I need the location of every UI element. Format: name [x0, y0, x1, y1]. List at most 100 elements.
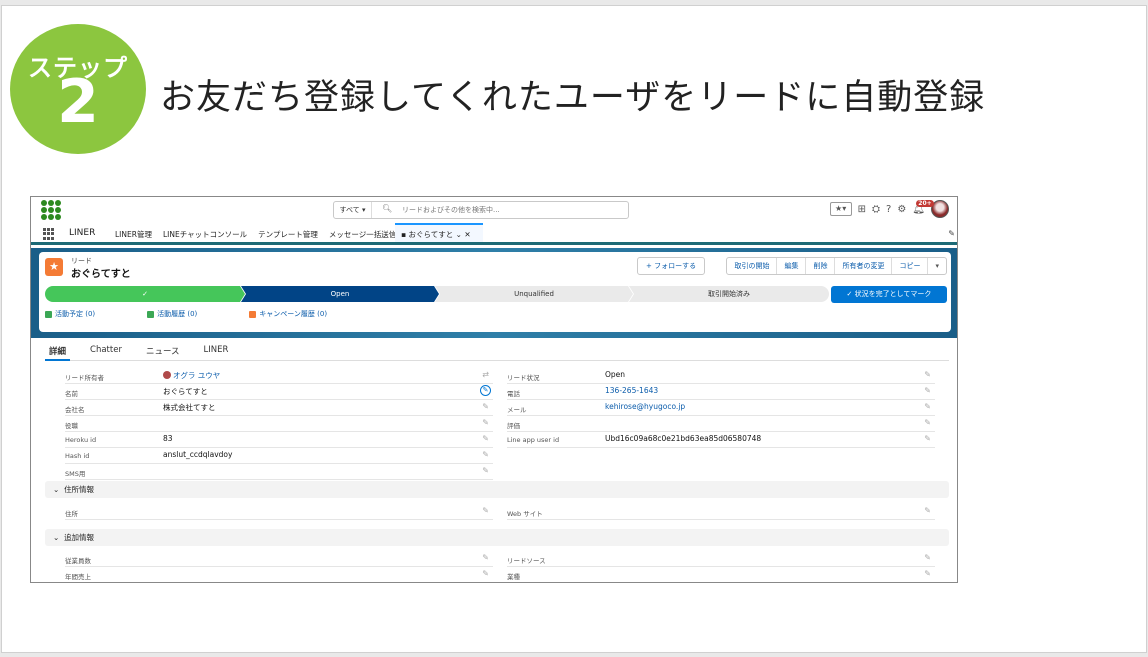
nav-item-template-admin[interactable]: テンプレート管理: [258, 229, 318, 240]
follow-button[interactable]: + フォローする: [637, 257, 706, 275]
setup-gear-icon[interactable]: ⚙: [897, 204, 906, 215]
edit-pencil-icon[interactable]: ✎: [924, 506, 931, 515]
change-owner-icon[interactable]: ⇄: [482, 370, 489, 379]
chevron-down-icon[interactable]: ⌄: [456, 230, 465, 239]
path-step-unqualified[interactable]: Unqualified: [435, 286, 633, 302]
edit-pencil-icon[interactable]: ✎: [924, 434, 931, 443]
field-row-email: メール kehirose@hyugoco.jp ✎: [507, 400, 935, 416]
slide: ステップ 2 お友だち登録してくれたユーザをリードに自動登録 すべて ▾ 🔍︎ …: [1, 5, 1147, 653]
field-row-name: 名前 おぐらてすと ✎: [65, 384, 493, 400]
tab-chatter[interactable]: Chatter: [86, 342, 126, 361]
email-link[interactable]: kehirose@hyugoco.jp: [605, 402, 685, 411]
user-avatar[interactable]: [931, 200, 949, 218]
owner-link[interactable]: オグラ ユウヤ: [163, 370, 220, 381]
activity-history-icon: [147, 310, 155, 318]
field-label: 名前: [65, 390, 78, 398]
details-right-column: リード状況 Open ✎ 電話 136-265-1643 ✎ メール kehir…: [507, 368, 935, 448]
search-scope-select[interactable]: すべて ▾: [334, 202, 372, 218]
favorites-icon[interactable]: ★▾: [829, 202, 852, 216]
tab-record-ogura[interactable]: ▪ おぐらてすと ⌄ ✕: [395, 223, 483, 242]
field-row-company: 会社名 株式会社てすと ✎: [65, 400, 493, 416]
field-label: メール: [507, 406, 527, 414]
path-step-open[interactable]: Open: [241, 286, 439, 302]
edit-pencil-icon[interactable]: ✎: [482, 553, 489, 562]
app-name: LINER: [69, 228, 96, 238]
related-campaign-history[interactable]: キャンペーン履歴 (0): [249, 309, 327, 319]
edit-pencil-icon[interactable]: ✎: [924, 370, 931, 379]
phone-link[interactable]: 136-265-1643: [605, 386, 658, 395]
field-label: リード所有者: [65, 374, 104, 382]
badge-step-number: 2: [57, 67, 99, 137]
section-title: 追加情報: [64, 533, 95, 542]
delete-button[interactable]: 削除: [806, 258, 836, 274]
edit-pencil-icon[interactable]: ✎: [482, 434, 489, 443]
section-extra-header[interactable]: ⌄ 追加情報: [45, 529, 949, 546]
field-row-phone: 電話 136-265-1643 ✎: [507, 384, 935, 400]
mark-status-complete-button[interactable]: ✓ 状況を完了としてマーク: [831, 286, 947, 303]
tab-liner[interactable]: LINER: [200, 342, 233, 361]
edit-button[interactable]: 編集: [777, 258, 807, 274]
search-placeholder[interactable]: リードおよびその他を検索中...: [402, 202, 500, 218]
record-detail-body: 詳細 Chatter ニュース LINER リード所有者 オグラ ユウヤ ⇄ 名…: [31, 338, 957, 582]
edit-pencil-icon[interactable]: ✎: [924, 402, 931, 411]
edit-nav-pencil-icon[interactable]: ✎: [948, 229, 955, 238]
edit-pencil-icon[interactable]: ✎: [924, 569, 931, 578]
global-actions-icon[interactable]: ⊞: [858, 204, 866, 215]
edit-pencil-icon[interactable]: ✎: [482, 506, 489, 515]
notifications-bell-icon[interactable]: 🔔︎ 20+: [912, 199, 934, 215]
related-open-activities[interactable]: 活動予定 (0): [45, 309, 95, 319]
field-row-line-user-id: Line app user id Ubd16c09a68c0e21bd63ea8…: [507, 432, 935, 448]
path-step-converted[interactable]: 取引開始済み: [629, 286, 829, 302]
nav-item-liner-admin[interactable]: LINER管理: [115, 229, 152, 240]
edit-pencil-icon[interactable]: ✎: [482, 569, 489, 578]
section-address-header[interactable]: ⌄ 住所情報: [45, 481, 949, 498]
nav-item-chat-console[interactable]: LINEチャットコンソール: [163, 229, 247, 240]
edit-pencil-icon[interactable]: ✎: [924, 553, 931, 562]
copy-button[interactable]: コピー: [892, 258, 929, 274]
edit-pencil-icon[interactable]: ✎: [482, 418, 489, 427]
details-left-column: リード所有者 オグラ ユウヤ ⇄ 名前 おぐらてすと ✎ 会社名 株式会社てすと…: [65, 368, 493, 480]
edit-pencil-icon[interactable]: ✎: [924, 418, 931, 427]
address-right: Web サイト ✎: [507, 504, 935, 520]
field-row-rating: 評価 ✎: [507, 416, 935, 432]
path-step-completed[interactable]: ✓: [45, 286, 245, 302]
field-label: 会社名: [65, 406, 85, 414]
nav-item-bulk-message[interactable]: メッセージ一括送信: [329, 229, 396, 240]
tab-details[interactable]: 詳細: [45, 342, 71, 361]
field-value: Ubd16c09a68c0e21bd63ea85d06580748: [605, 434, 762, 443]
field-label: Heroku id: [65, 436, 97, 444]
field-label: SMS用: [65, 470, 86, 478]
header-icons: ★▾ ⊞ ⛭ ? ⚙ 🔔︎ 20+: [829, 199, 949, 218]
change-owner-button[interactable]: 所有者の変更: [835, 258, 893, 274]
record-name: おぐらてすと: [71, 269, 131, 280]
detail-tabs: 詳細 Chatter ニュース LINER: [45, 342, 949, 361]
more-actions-button[interactable]: ▾: [928, 258, 946, 274]
app-launcher-icon[interactable]: [43, 228, 55, 240]
field-label: 業種: [507, 573, 520, 581]
related-activity-history[interactable]: 活動履歴 (0): [147, 309, 197, 319]
field-label: 評価: [507, 422, 520, 430]
tab-news[interactable]: ニュース: [142, 342, 184, 361]
field-label: Web サイト: [507, 510, 543, 518]
field-label: リード状況: [507, 374, 540, 382]
help-icon[interactable]: ?: [886, 204, 891, 215]
field-value: anslut_ccdqlavdoy: [163, 450, 233, 459]
field-value: 株式会社てすと: [163, 403, 216, 412]
edit-pencil-icon[interactable]: ✎: [924, 386, 931, 395]
lead-star-icon: ★: [45, 258, 63, 276]
edit-pencil-icon[interactable]: ✎: [480, 385, 491, 396]
field-row-sms: SMS用 ✎: [65, 464, 493, 480]
edit-pencil-icon[interactable]: ✎: [482, 402, 489, 411]
edit-pencil-icon[interactable]: ✎: [482, 466, 489, 475]
field-label: 年間売上: [65, 573, 91, 581]
step-badge: ステップ 2: [10, 24, 146, 154]
field-row-website: Web サイト ✎: [507, 504, 935, 520]
field-row-annual-revenue: 年間売上 ✎: [65, 567, 493, 582]
close-icon[interactable]: ✕: [464, 230, 470, 239]
field-row-address: 住所 ✎: [65, 504, 493, 520]
tab-record-label: おぐらてすと: [408, 230, 454, 239]
convert-lead-button[interactable]: 取引の開始: [727, 258, 778, 274]
guidance-icon[interactable]: ⛭: [872, 204, 880, 215]
global-search[interactable]: すべて ▾ 🔍︎ リードおよびその他を検索中...: [333, 201, 629, 219]
edit-pencil-icon[interactable]: ✎: [482, 450, 489, 459]
